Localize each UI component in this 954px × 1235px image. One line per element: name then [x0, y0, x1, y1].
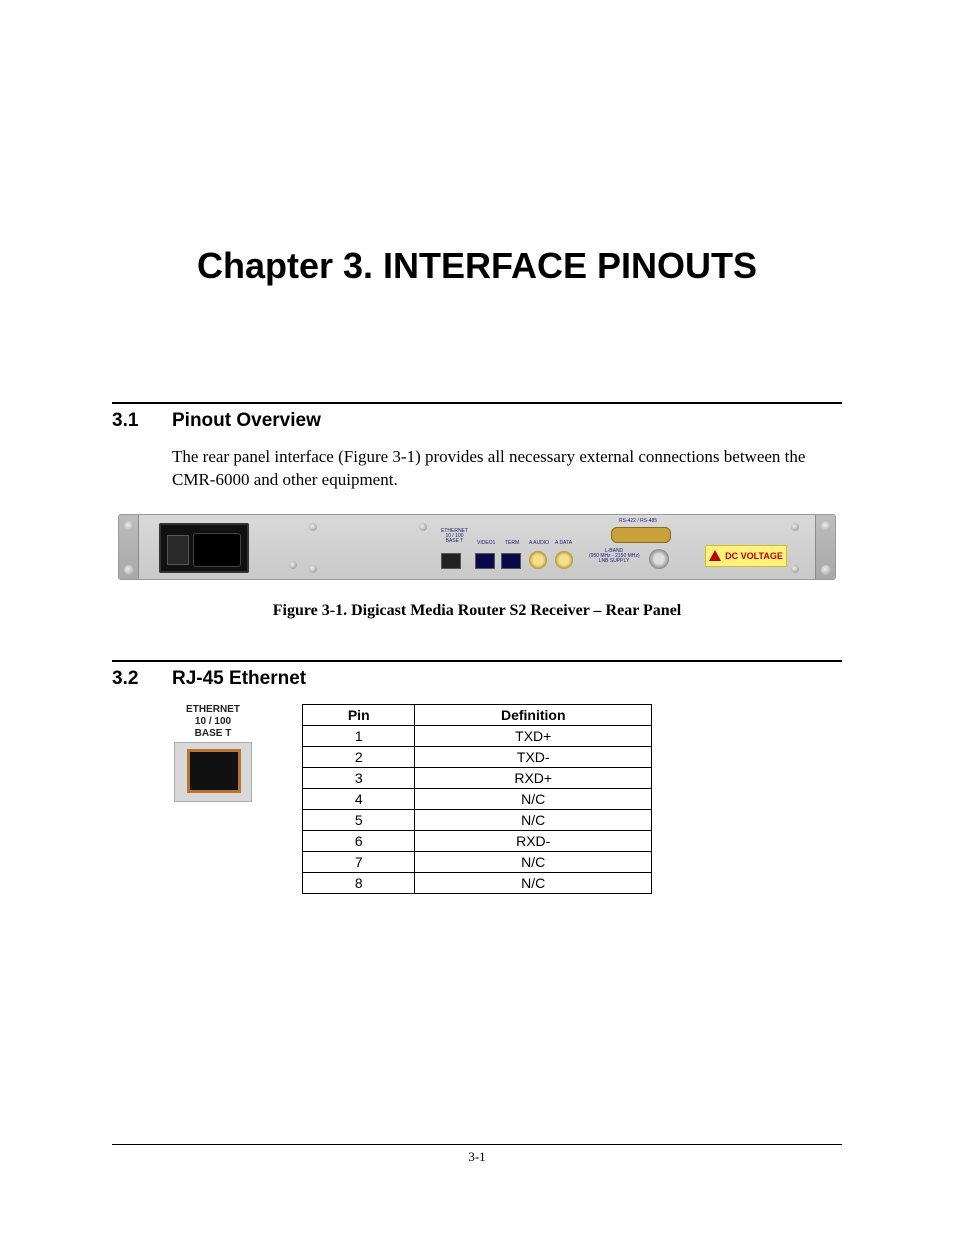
def-cell: N/C: [415, 809, 652, 830]
footer-rule: [112, 1144, 842, 1145]
pin-cell: 2: [303, 746, 415, 767]
pin-cell: 1: [303, 725, 415, 746]
section-heading-3-1: 3.1 Pinout Overview: [112, 410, 842, 432]
video1-label: VIDEO1: [477, 541, 495, 546]
power-inlet-icon: [159, 523, 249, 573]
pin-cell: 5: [303, 809, 415, 830]
table-header-row: Pin Definition: [303, 704, 652, 725]
ethernet-jack-figure: ETHERNET 10 / 100 BASE T: [172, 704, 254, 802]
figure-3-1-caption: Figure 3-1. Digicast Media Router S2 Rec…: [112, 602, 842, 620]
ethernet-figure-label-line1: ETHERNET: [172, 704, 254, 716]
pin-cell: 8: [303, 872, 415, 893]
serial-label: RS-422 / RS-485: [619, 519, 657, 524]
data-bnc-icon: [555, 551, 573, 569]
screw-icon: [309, 523, 317, 531]
section-number: 3.2: [112, 668, 172, 690]
video1-port-icon: [475, 553, 495, 569]
rack-ear-right: [815, 515, 835, 580]
page-footer: 3-1: [112, 1144, 842, 1165]
section-rule: [112, 660, 842, 662]
section-title: Pinout Overview: [172, 410, 321, 432]
ethernet-port-label: ETHERNET 10 / 100 BASE T: [441, 529, 468, 545]
def-cell: TXD+: [415, 725, 652, 746]
section-number: 3.1: [112, 410, 172, 432]
rj45-jack-icon: [174, 742, 252, 802]
dc-voltage-warning: DC VOLTAGE: [705, 545, 787, 567]
lband-input-icon: [649, 549, 669, 569]
col-header-pin: Pin: [303, 704, 415, 725]
term-label: TERM: [505, 541, 519, 546]
document-page: Chapter 3. INTERFACE PINOUTS 3.1 Pinout …: [0, 0, 954, 1235]
section-title: RJ-45 Ethernet: [172, 668, 306, 690]
ground-stud-icon: [289, 561, 297, 569]
def-cell: RXD+: [415, 767, 652, 788]
pinout-table: Pin Definition 1TXD+ 2TXD- 3RXD+ 4N/C 5N…: [302, 704, 652, 894]
rj45-jack-inner: [187, 749, 241, 793]
rear-panel-illustration: ETHERNET 10 / 100 BASE T VIDEO1 TERM A A…: [118, 514, 836, 580]
table-row: 2TXD-: [303, 746, 652, 767]
ethernet-port-icon: [441, 553, 461, 569]
def-cell: TXD-: [415, 746, 652, 767]
audio-label: A AUDIO: [529, 541, 549, 546]
pin-cell: 7: [303, 851, 415, 872]
serial-db-connector-icon: [611, 527, 671, 543]
rack-ear-left: [119, 515, 139, 580]
table-row: 1TXD+: [303, 725, 652, 746]
screw-icon: [791, 565, 799, 573]
table-row: 8N/C: [303, 872, 652, 893]
lband-label: L-BAND (950 MHz - 2150 MHz) LNB SUPPLY: [589, 549, 639, 565]
section-3-1-body: The rear panel interface (Figure 3-1) pr…: [172, 446, 842, 492]
def-cell: N/C: [415, 851, 652, 872]
dc-voltage-text: DC VOLTAGE: [725, 551, 783, 561]
col-header-definition: Definition: [415, 704, 652, 725]
screw-icon: [419, 523, 427, 531]
screw-icon: [309, 565, 317, 573]
section-heading-3-2: 3.2 RJ-45 Ethernet: [112, 668, 842, 690]
figure-3-1: ETHERNET 10 / 100 BASE T VIDEO1 TERM A A…: [112, 514, 842, 620]
chapter-title: Chapter 3. INTERFACE PINOUTS: [112, 245, 842, 287]
iec-socket-icon: [193, 533, 241, 567]
warning-triangle-icon: [709, 550, 721, 561]
table-row: 5N/C: [303, 809, 652, 830]
def-cell: N/C: [415, 788, 652, 809]
table-row: 7N/C: [303, 851, 652, 872]
term-port-icon: [501, 553, 521, 569]
power-switch-icon: [167, 535, 189, 565]
page-number: 3-1: [112, 1149, 842, 1165]
table-row: 6RXD-: [303, 830, 652, 851]
data-label: A DATA: [555, 541, 572, 546]
def-cell: RXD-: [415, 830, 652, 851]
def-cell: N/C: [415, 872, 652, 893]
ethernet-figure-label-line3: BASE T: [172, 728, 254, 740]
pin-cell: 4: [303, 788, 415, 809]
pin-cell: 6: [303, 830, 415, 851]
section-rule: [112, 402, 842, 404]
pin-cell: 3: [303, 767, 415, 788]
audio-bnc-icon: [529, 551, 547, 569]
ethernet-figure-label-line2: 10 / 100: [172, 716, 254, 728]
table-row: 3RXD+: [303, 767, 652, 788]
section-3-2-content: ETHERNET 10 / 100 BASE T Pin Definition …: [172, 704, 842, 894]
screw-icon: [791, 523, 799, 531]
table-row: 4N/C: [303, 788, 652, 809]
